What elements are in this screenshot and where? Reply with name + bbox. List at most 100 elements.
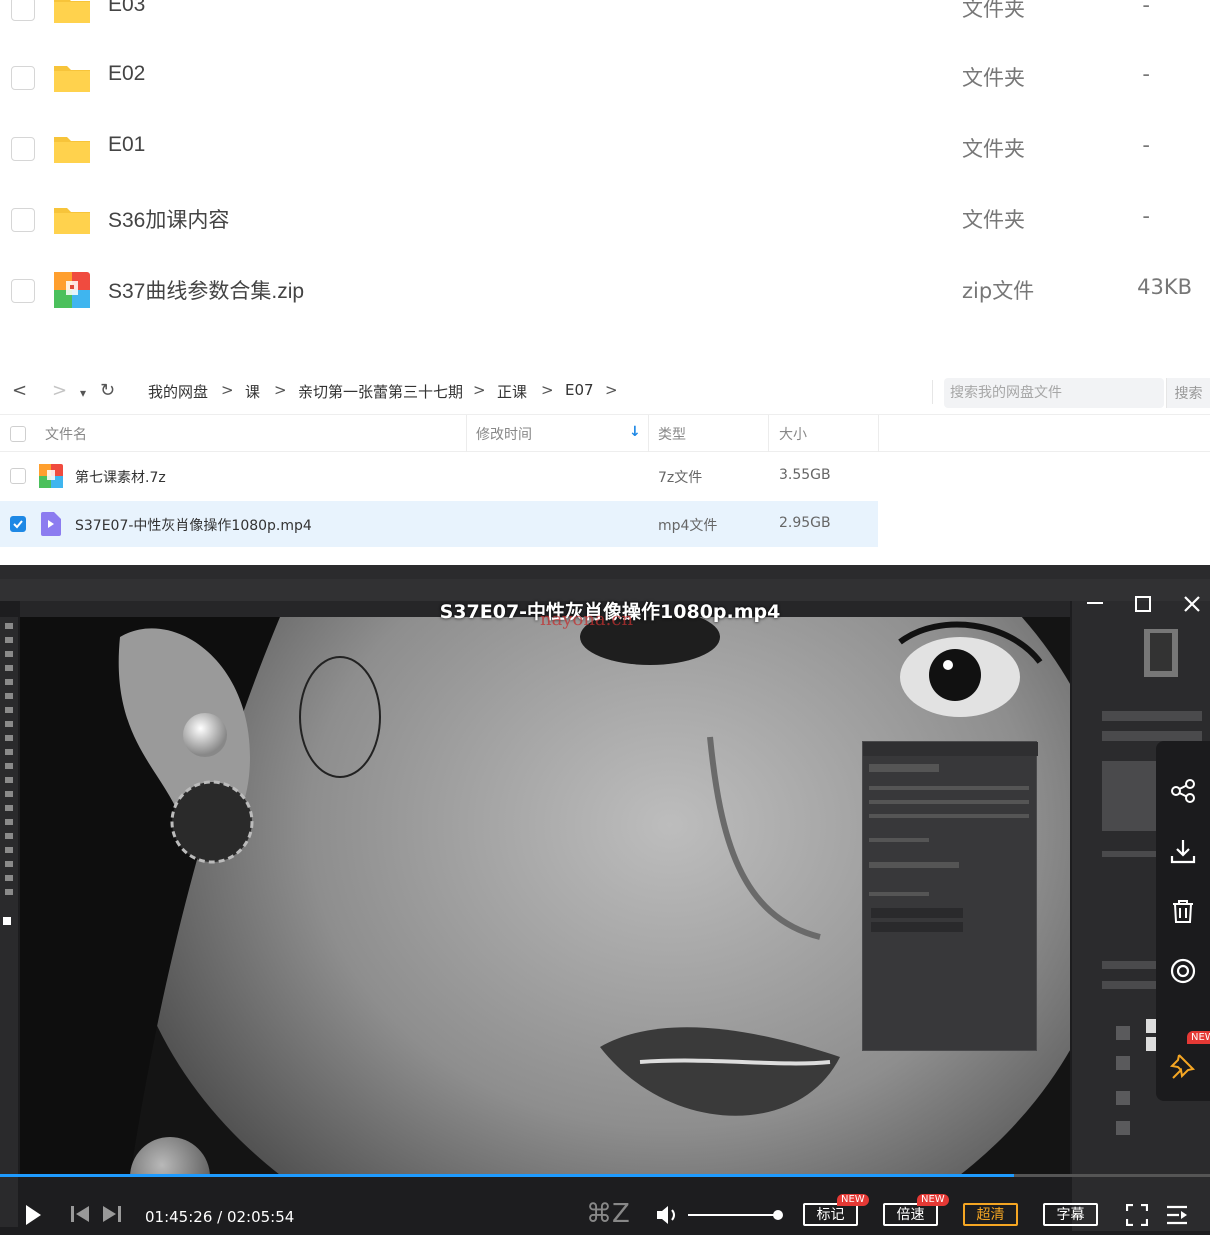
- breadcrumb-item[interactable]: 我的网盘: [148, 381, 208, 402]
- video-file-icon: [41, 512, 61, 536]
- pin-icon[interactable]: [1169, 1051, 1197, 1079]
- row-checkbox[interactable]: [11, 66, 35, 90]
- history-dropdown-icon[interactable]: ▾: [80, 382, 86, 404]
- search-input[interactable]: [944, 378, 1164, 408]
- new-badge: NEW: [837, 1194, 869, 1206]
- share-icon[interactable]: [1169, 777, 1197, 805]
- volume-knob[interactable]: [773, 1210, 783, 1220]
- play-icon[interactable]: [24, 1204, 42, 1226]
- tool-icons: [3, 623, 13, 925]
- breadcrumb-item[interactable]: 课: [245, 381, 260, 402]
- time-display: 01:45:26 / 02:05:54: [145, 1208, 295, 1226]
- playlist-icon[interactable]: [1166, 1204, 1188, 1226]
- file-name: E03: [108, 0, 146, 16]
- side-toolbar: [1156, 741, 1210, 1101]
- file-size: -: [1142, 204, 1150, 228]
- table-header: 文件名 修改时间 ↓ 类型 大小: [0, 414, 1210, 452]
- file-size: 43KB: [1137, 275, 1192, 299]
- column-divider: [878, 415, 879, 452]
- column-header-size[interactable]: 大小: [779, 424, 807, 444]
- breadcrumb-item[interactable]: E07: [565, 381, 594, 399]
- folder-icon: [54, 208, 90, 234]
- minimize-icon[interactable]: [1086, 593, 1104, 614]
- progress-fill: [0, 1174, 1014, 1177]
- video-app-menubar: [0, 565, 1210, 579]
- select-all-checkbox[interactable]: [10, 426, 26, 442]
- file-list-large: E03 文件夹 - E02 文件夹 - E01 文件夹 - S36加课内容 文件…: [0, 0, 1210, 330]
- quality-button[interactable]: 超清: [963, 1203, 1018, 1226]
- file-size: -: [1142, 62, 1150, 86]
- progress-bar[interactable]: [0, 1174, 1210, 1177]
- breadcrumb-separator: >: [221, 381, 234, 399]
- previous-icon[interactable]: [70, 1205, 90, 1223]
- video-app-properties-panel: [862, 741, 1038, 1051]
- volume-icon[interactable]: [655, 1203, 681, 1227]
- file-name: 第七课素材.7z: [75, 470, 166, 486]
- file-name: S36加课内容: [108, 209, 230, 232]
- file-name: S37曲线参数合集.zip: [108, 280, 305, 303]
- video-player[interactable]: S37E07-中性灰肖像操作1080p.mp4 nayona.cn NEW 01…: [0, 565, 1210, 1235]
- player-controls: 01:45:26 / 02:05:54 ⌘Z 标记 NEW 倍速 NEW 超清 …: [0, 1193, 1210, 1235]
- panel-controls: [863, 742, 1038, 932]
- speed-button[interactable]: 倍速: [883, 1203, 938, 1226]
- file-row[interactable]: S36加课内容 文件夹 -: [0, 184, 1210, 255]
- column-header-name[interactable]: 文件名: [45, 424, 87, 444]
- breadcrumb-separator: >: [473, 381, 486, 399]
- folder-icon: [54, 137, 90, 163]
- file-name: E01: [108, 133, 146, 156]
- breadcrumb-item[interactable]: 亲切第一张蕾第三十七期: [298, 381, 463, 402]
- column-header-modified[interactable]: 修改时间: [476, 424, 532, 444]
- mark-button[interactable]: 标记: [803, 1203, 858, 1226]
- divider: [932, 380, 933, 404]
- column-divider: [768, 415, 769, 452]
- archive-icon: [54, 272, 90, 308]
- refresh-icon[interactable]: ↻: [100, 380, 115, 402]
- checkmark-icon: [13, 520, 23, 529]
- row-checkbox[interactable]: [11, 137, 35, 161]
- search-button[interactable]: 搜索: [1166, 378, 1210, 408]
- navigation-bar: < > ▾ ↻ 我的网盘 > 课 > 亲切第一张蕾第三十七期 > 正课 > E0…: [0, 372, 1210, 412]
- breadcrumb-item[interactable]: 正课: [497, 381, 527, 402]
- maximize-icon[interactable]: [1134, 595, 1152, 616]
- breadcrumb-separator: >: [274, 381, 287, 399]
- delete-icon[interactable]: [1169, 897, 1197, 925]
- file-type: zip文件: [962, 279, 1035, 303]
- screenshot-icon[interactable]: [1169, 957, 1197, 985]
- column-header-type[interactable]: 类型: [658, 424, 686, 444]
- file-row[interactable]: E03 文件夹 -: [0, 0, 1210, 44]
- file-size: -: [1142, 0, 1150, 17]
- file-row[interactable]: E01 文件夹 -: [0, 113, 1210, 184]
- file-row[interactable]: E02 文件夹 -: [0, 42, 1210, 113]
- breadcrumb-separator: >: [605, 381, 618, 399]
- table-row-selected[interactable]: S37E07-中性灰肖像操作1080p.mp4 mp4文件 2.95GB: [0, 501, 878, 547]
- file-row[interactable]: S37曲线参数合集.zip zip文件 43KB: [0, 255, 1210, 326]
- table-row[interactable]: 第七课素材.7z 7z文件 3.55GB: [0, 453, 878, 499]
- row-checkbox[interactable]: [11, 0, 35, 21]
- watermark: nayona.cn: [540, 609, 634, 630]
- column-divider: [648, 415, 649, 452]
- forward-icon[interactable]: >: [52, 380, 67, 402]
- row-checkbox[interactable]: [10, 468, 26, 484]
- video-app-toolbar: [0, 617, 18, 1227]
- shortcut-icon: ⌘Z: [586, 1199, 630, 1229]
- row-checkbox-checked[interactable]: [10, 516, 26, 532]
- file-type: mp4文件: [658, 518, 718, 534]
- back-icon[interactable]: <: [12, 380, 27, 402]
- volume-slider[interactable]: [688, 1214, 778, 1216]
- file-name: E02: [108, 62, 146, 85]
- folder-icon: [54, 0, 90, 23]
- download-icon[interactable]: [1169, 837, 1197, 865]
- next-icon[interactable]: [102, 1205, 122, 1223]
- folder-icon: [54, 66, 90, 92]
- file-table: 文件名 修改时间 ↓ 类型 大小 第七课素材.7z 7z文件 3.55GB S3…: [0, 414, 1210, 554]
- row-checkbox[interactable]: [11, 279, 35, 303]
- close-icon[interactable]: [1183, 595, 1201, 616]
- sort-desc-icon[interactable]: ↓: [629, 424, 641, 440]
- file-type: 文件夹: [962, 208, 1025, 232]
- file-type: 文件夹: [962, 137, 1025, 161]
- subtitle-button[interactable]: 字幕: [1043, 1203, 1098, 1226]
- new-badge: NEW: [917, 1194, 949, 1206]
- row-checkbox[interactable]: [11, 208, 35, 232]
- fullscreen-icon[interactable]: [1126, 1204, 1148, 1226]
- file-name: S37E07-中性灰肖像操作1080p.mp4: [75, 518, 312, 534]
